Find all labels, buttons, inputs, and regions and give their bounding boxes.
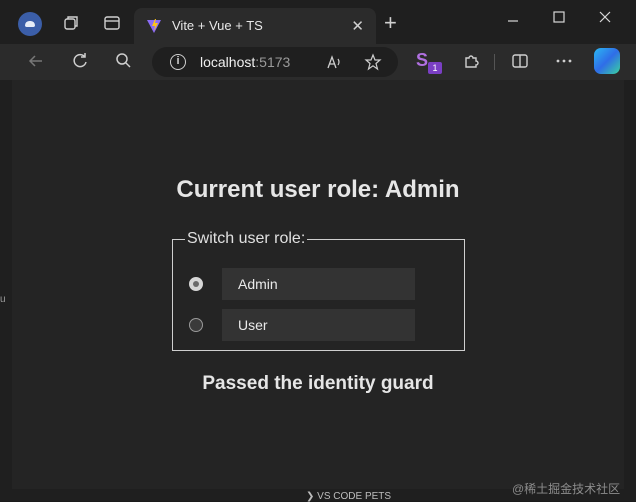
title-bar: Vite + Vue + TS ✕ + bbox=[0, 0, 636, 44]
refresh-icon[interactable] bbox=[70, 51, 90, 71]
search-icon[interactable] bbox=[114, 51, 134, 71]
role-option-admin: Admin bbox=[189, 268, 439, 300]
page-title: Current user role: Admin bbox=[176, 176, 460, 203]
role-switcher-legend: Switch user role: bbox=[187, 230, 306, 247]
user-role-button[interactable]: User bbox=[222, 309, 415, 341]
extensions-puzzle-icon[interactable] bbox=[462, 51, 482, 71]
toolbar-separator bbox=[494, 54, 495, 70]
role-switcher: Switch user role: Admin User bbox=[172, 230, 465, 351]
site-info-icon[interactable]: i bbox=[170, 54, 186, 70]
profile-avatar[interactable] bbox=[18, 12, 42, 36]
tab-title: Vite + Vue + TS bbox=[172, 18, 263, 33]
vite-logo-icon bbox=[147, 19, 161, 33]
extension-badge: 1 bbox=[428, 62, 442, 74]
admin-radio[interactable] bbox=[189, 277, 203, 291]
read-aloud-icon[interactable] bbox=[326, 53, 344, 71]
browser-toolbar: i localhost:5173 S 1 bbox=[0, 44, 636, 80]
vscode-pets-label: ❯ VS CODE PETS bbox=[306, 491, 392, 502]
tab-actions-icon[interactable] bbox=[103, 14, 121, 32]
minimize-icon[interactable] bbox=[506, 14, 520, 28]
url-text: localhost:5173 bbox=[200, 54, 291, 70]
more-options-icon[interactable] bbox=[554, 51, 574, 71]
background-edge-text: u bbox=[0, 294, 6, 305]
workspaces-icon[interactable] bbox=[62, 14, 80, 32]
copilot-icon[interactable] bbox=[594, 48, 620, 74]
guard-status-message: Passed the identity guard bbox=[202, 373, 434, 394]
split-screen-icon[interactable] bbox=[510, 51, 530, 71]
maximize-icon[interactable] bbox=[552, 10, 566, 24]
watermark-text: @稀土掘金技术社区 bbox=[512, 482, 621, 496]
role-option-user: User bbox=[189, 309, 439, 341]
close-window-icon[interactable] bbox=[598, 10, 612, 24]
browser-window: Vite + Vue + TS ✕ + i localhost:5173 S 1… bbox=[0, 0, 636, 502]
back-icon[interactable] bbox=[26, 51, 46, 71]
close-tab-icon[interactable]: ✕ bbox=[351, 17, 364, 35]
favorite-star-icon[interactable] bbox=[364, 53, 382, 71]
new-tab-button[interactable]: + bbox=[384, 12, 397, 34]
active-tab[interactable]: Vite + Vue + TS ✕ bbox=[134, 8, 376, 44]
admin-role-button[interactable]: Admin bbox=[222, 268, 415, 300]
page-viewport: Current user role: Admin Switch user rol… bbox=[12, 80, 624, 489]
user-radio[interactable] bbox=[189, 318, 203, 332]
address-bar[interactable]: i localhost:5173 bbox=[152, 47, 398, 77]
